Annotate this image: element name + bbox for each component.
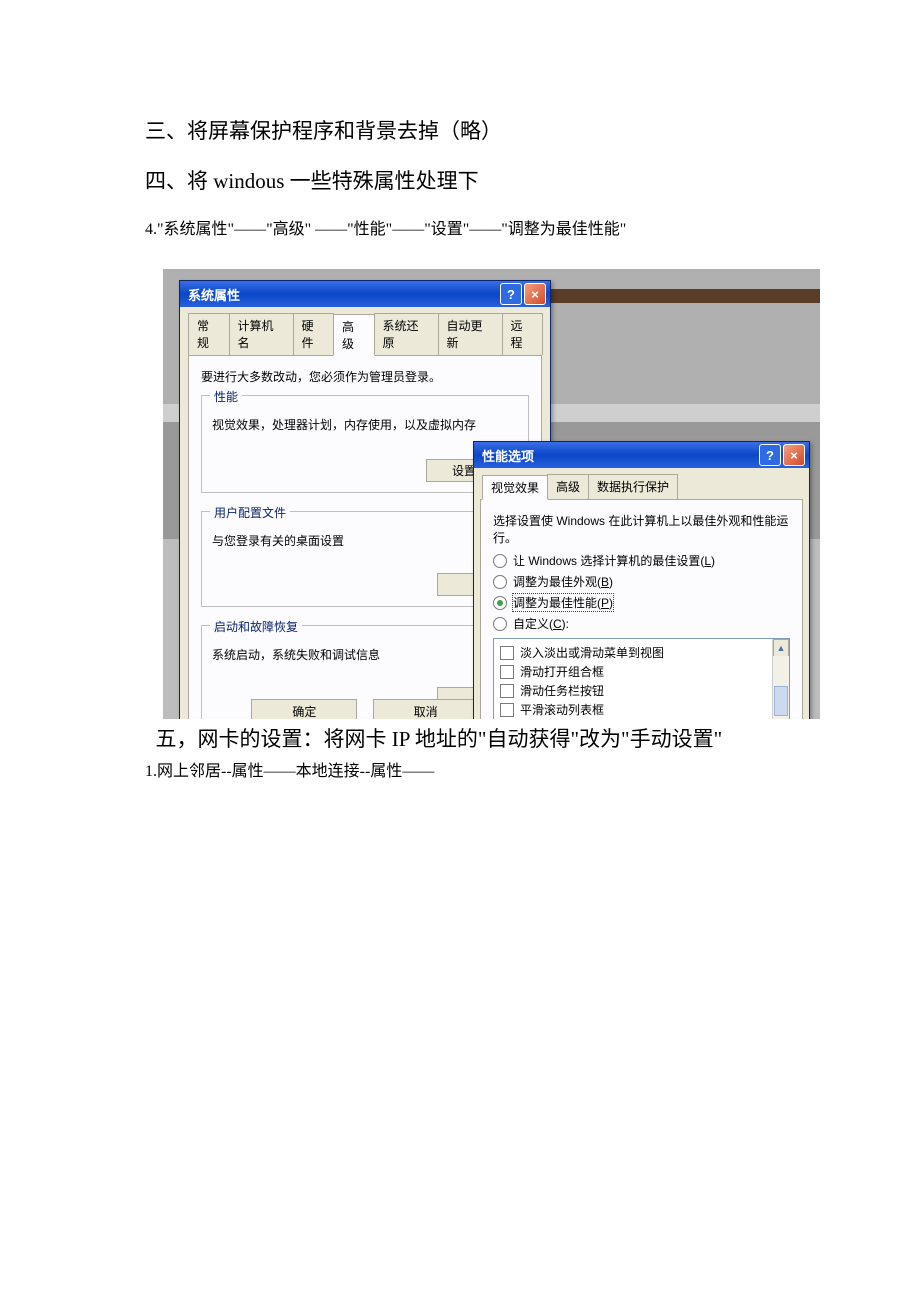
radio-icon	[493, 617, 507, 631]
list-item[interactable]: 滑动任务栏按钮	[494, 681, 789, 700]
admin-note: 要进行大多数改动，您必须作为管理员登录。	[201, 368, 529, 385]
help-icon[interactable]: ?	[759, 444, 781, 466]
checkbox-icon[interactable]	[500, 665, 514, 679]
tab-auto-update[interactable]: 自动更新	[438, 313, 503, 355]
tab-hardware[interactable]: 硬件	[293, 313, 335, 355]
effects-checklist[interactable]: 淡入淡出或滑动菜单到视图 滑动打开组合框 滑动任务栏按钮 平滑滚动列表框 平滑屏…	[493, 638, 790, 719]
radio-best-appearance[interactable]: 调整为最佳外观(B)	[493, 573, 790, 590]
cancel-button[interactable]: 取消	[373, 699, 479, 719]
tab-computer-name[interactable]: 计算机名	[229, 313, 294, 355]
help-icon[interactable]: ?	[500, 283, 522, 305]
radio-icon	[493, 554, 507, 568]
ok-button[interactable]: 确定	[251, 699, 357, 719]
titlebar[interactable]: 性能选项 ? ×	[474, 442, 809, 468]
list-item[interactable]: 滑动打开组合框	[494, 662, 789, 681]
legend-user-profile: 用户配置文件	[210, 504, 290, 521]
line-4: 4."系统属性"——"高级" ——"性能"——"设置"——"调整为最佳性能"	[145, 215, 775, 239]
scroll-thumb[interactable]	[774, 686, 788, 716]
desktop-plank	[533, 289, 820, 303]
performance-options-window: 性能选项 ? × 视觉效果 高级 数据执行保护 选择设置使 Windows 在此…	[473, 441, 810, 719]
checkbox-icon[interactable]	[500, 703, 514, 717]
tabstrip: 视觉效果 高级 数据执行保护	[474, 468, 809, 499]
radio-icon	[493, 575, 507, 589]
list-item[interactable]: 平滑滚动列表框	[494, 700, 789, 719]
radio-best-performance[interactable]: 调整为最佳性能(P)	[493, 594, 790, 611]
tab-general[interactable]: 常规	[188, 313, 230, 355]
radio-let-windows[interactable]: 让 Windows 选择计算机的最佳设置(L)	[493, 552, 790, 569]
tab-advanced[interactable]: 高级	[333, 314, 375, 356]
heading-3: 三、将屏幕保护程序和背景去掉（略）	[145, 116, 775, 148]
scrollbar[interactable]: ▲ ▼	[772, 639, 789, 719]
heading-5: 五，网卡的设置：将网卡 IP 地址的"自动获得"改为"手动设置"	[145, 723, 775, 753]
tab-remote[interactable]: 远程	[502, 313, 544, 355]
radio-icon	[493, 596, 507, 610]
tab-advanced[interactable]: 高级	[547, 474, 589, 499]
legend-startup: 启动和故障恢复	[210, 618, 302, 635]
tabstrip: 常规 计算机名 硬件 高级 系统还原 自动更新 远程	[180, 307, 550, 355]
titlebar[interactable]: 系统属性 ? ×	[180, 281, 550, 307]
legend-performance: 性能	[210, 388, 242, 405]
window-title: 性能选项	[482, 446, 757, 465]
visual-note: 选择设置使 Windows 在此计算机上以最佳外观和性能运行。	[493, 512, 790, 546]
heading-4: 四、将 windous 一些特殊属性处理下	[145, 166, 775, 198]
close-icon[interactable]: ×	[783, 444, 805, 466]
tab-system-restore[interactable]: 系统还原	[374, 313, 439, 355]
checkbox-icon[interactable]	[500, 646, 514, 660]
list-item[interactable]: 淡入淡出或滑动菜单到视图	[494, 643, 789, 662]
tab-panel-visual-effects: 选择设置使 Windows 在此计算机上以最佳外观和性能运行。 让 Window…	[480, 499, 803, 719]
window-title: 系统属性	[188, 285, 498, 304]
line-5: 1.网上邻居--属性——本地连接--属性——	[145, 757, 775, 781]
scroll-track[interactable]	[773, 656, 789, 719]
close-icon[interactable]: ×	[524, 283, 546, 305]
checkbox-icon[interactable]	[500, 684, 514, 698]
perf-text: 视觉效果，处理器计划，内存使用，以及虚拟内存	[212, 416, 518, 433]
screenshot-region: 系统属性 ? × 常规 计算机名 硬件 高级 系统还原 自动更新 远程 要进行大…	[163, 269, 820, 719]
tab-dep[interactable]: 数据执行保护	[588, 474, 678, 499]
tab-visual-effects[interactable]: 视觉效果	[482, 475, 548, 500]
radio-custom[interactable]: 自定义(C):	[493, 615, 790, 632]
scroll-up-icon[interactable]: ▲	[773, 639, 789, 657]
